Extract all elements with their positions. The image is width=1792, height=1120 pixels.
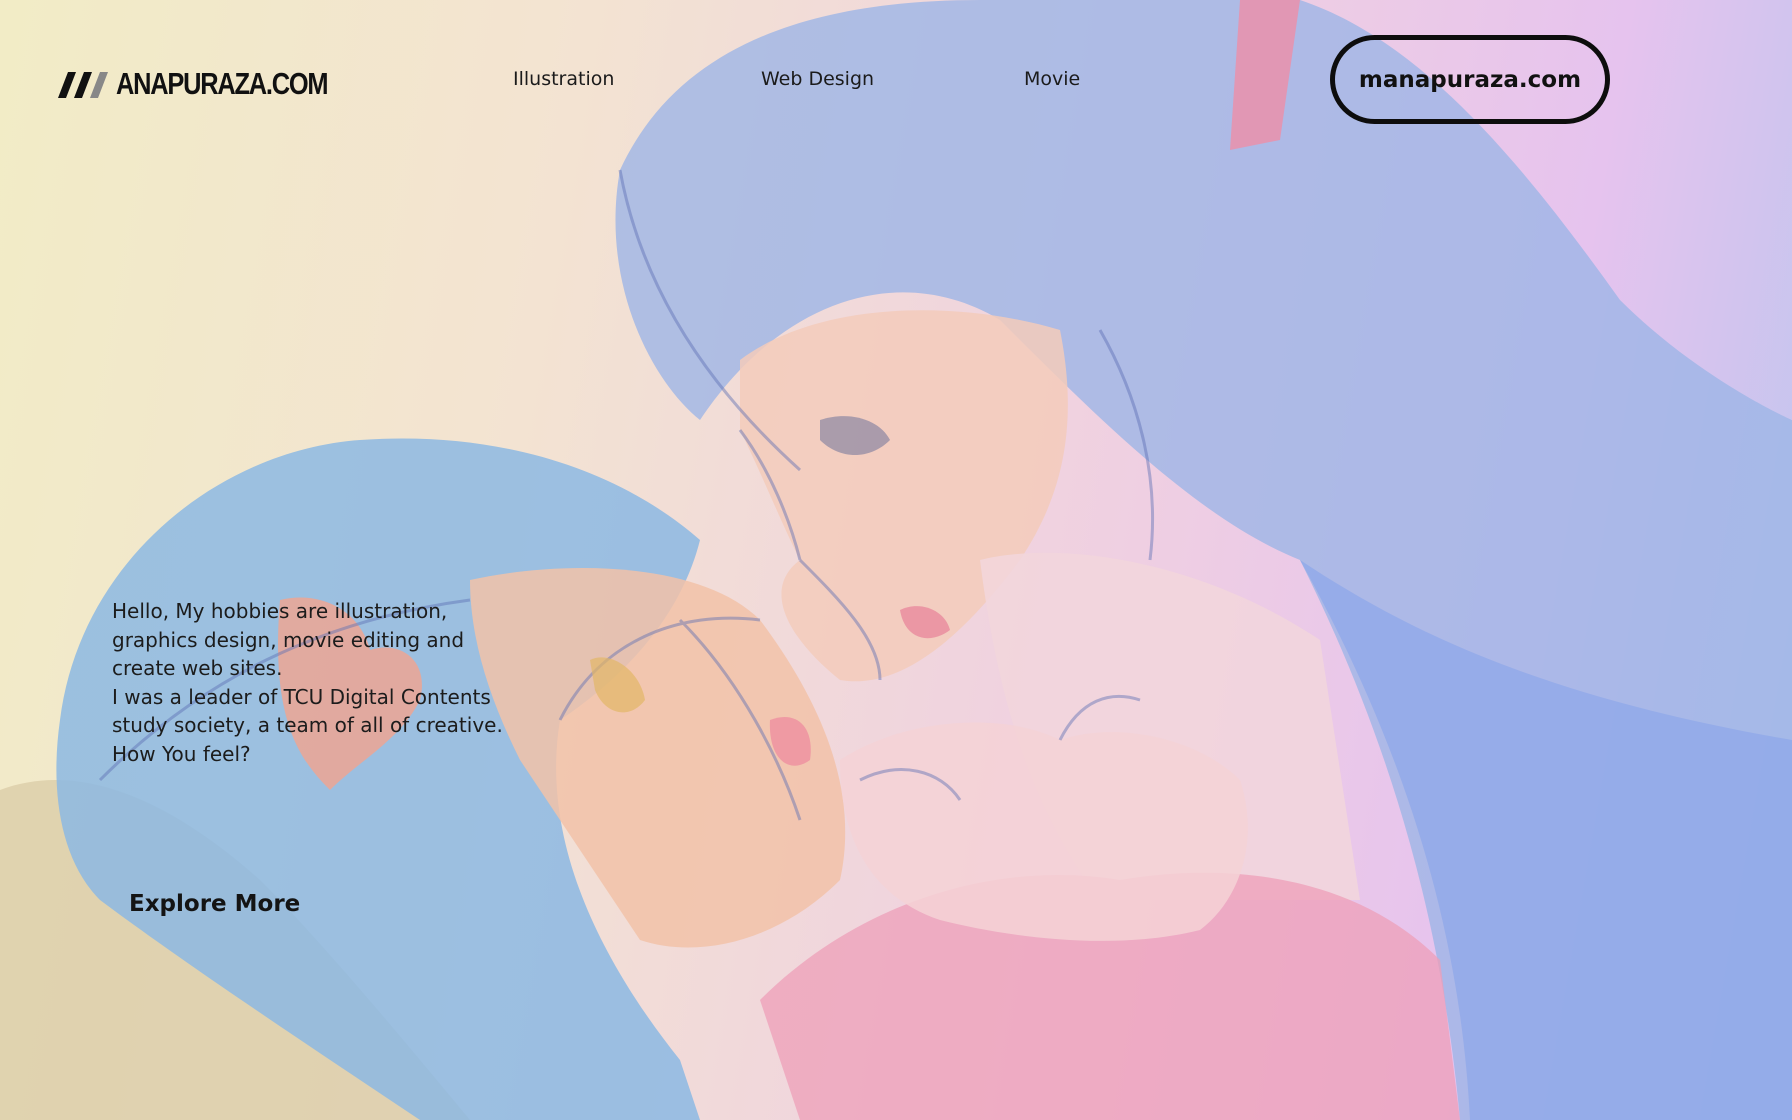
intro-line: I was a leader of TCU Digital Contents — [112, 684, 491, 709]
intro-line: How You feel? — [112, 741, 251, 766]
explore-more-button[interactable]: Explore More — [129, 891, 300, 917]
illustration-artwork — [0, 0, 1792, 1120]
intro-line: create web sites. — [112, 656, 283, 681]
site-link-button[interactable]: manapuraza.com — [1330, 35, 1610, 124]
intro-line: study society, a team of all of creative… — [112, 713, 503, 738]
nav-link-illustration[interactable]: Illustration — [513, 68, 614, 90]
nav-link-web-design[interactable]: Web Design — [761, 68, 874, 90]
intro-text: Hello, My hobbies are illustration, grap… — [112, 597, 552, 769]
three-slanted-bars-m-icon — [58, 72, 108, 98]
hero-background-illustration — [0, 0, 1792, 1120]
intro-line: graphics design, movie editing and — [112, 627, 465, 652]
nav-link-movie[interactable]: Movie — [1024, 68, 1080, 90]
intro-line: Hello, My hobbies are illustration, — [112, 599, 448, 623]
logo-text: ANAPURAZA.COM — [116, 66, 329, 101]
site-logo[interactable]: ANAPURAZA.COM — [54, 66, 374, 102]
